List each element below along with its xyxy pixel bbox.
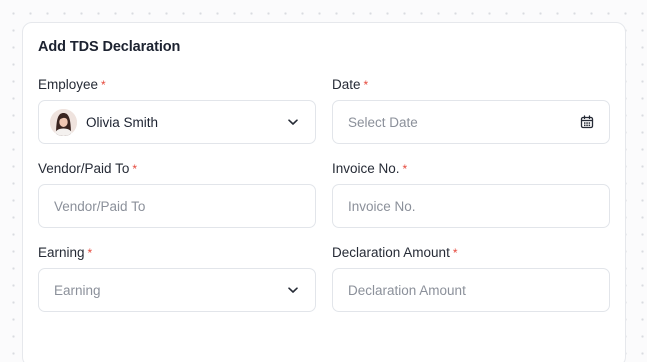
employee-field-group: Employee * Olivia Smith: [38, 76, 316, 144]
declaration-amount-label: Declaration Amount *: [332, 245, 458, 260]
required-marker: *: [363, 78, 369, 92]
declaration-amount-field-group: Declaration Amount *: [332, 244, 610, 312]
required-marker: *: [452, 246, 458, 260]
avatar: [50, 108, 77, 136]
employee-selected-value: Olivia Smith: [86, 114, 159, 130]
vendor-label: Vendor/Paid To *: [38, 161, 137, 176]
earning-field-group: Earning * Earning: [38, 244, 316, 312]
declaration-amount-input[interactable]: [348, 282, 594, 298]
vendor-field-group: Vendor/Paid To *: [38, 160, 316, 228]
vendor-input-wrapper: [38, 184, 316, 228]
vendor-input[interactable]: [54, 198, 300, 214]
date-picker[interactable]: Select Date: [332, 100, 610, 144]
earning-placeholder: Earning: [54, 282, 101, 298]
invoice-input[interactable]: [348, 198, 594, 214]
chevron-down-icon: [285, 282, 301, 298]
required-marker: *: [87, 246, 93, 260]
employee-label: Employee *: [38, 77, 106, 92]
declaration-amount-input-wrapper: [332, 268, 610, 312]
required-marker: *: [132, 162, 137, 176]
invoice-label: Invoice No. *: [332, 161, 408, 176]
earning-label: Earning *: [38, 245, 93, 260]
invoice-field-group: Invoice No. *: [332, 160, 610, 228]
employee-select[interactable]: Olivia Smith: [38, 100, 316, 144]
invoice-input-wrapper: [332, 184, 610, 228]
tds-declaration-card: Add TDS Declaration Employee * Olivia Smi…: [22, 22, 626, 362]
chevron-down-icon: [285, 114, 301, 130]
date-placeholder: Select Date: [348, 114, 418, 130]
earning-select[interactable]: Earning: [38, 268, 316, 312]
card-title: Add TDS Declaration: [38, 39, 181, 55]
required-marker: *: [402, 162, 408, 176]
date-label: Date *: [332, 77, 369, 92]
required-marker: *: [101, 78, 106, 92]
calendar-icon[interactable]: [579, 114, 595, 130]
date-field-group: Date * Select Date: [332, 76, 610, 144]
